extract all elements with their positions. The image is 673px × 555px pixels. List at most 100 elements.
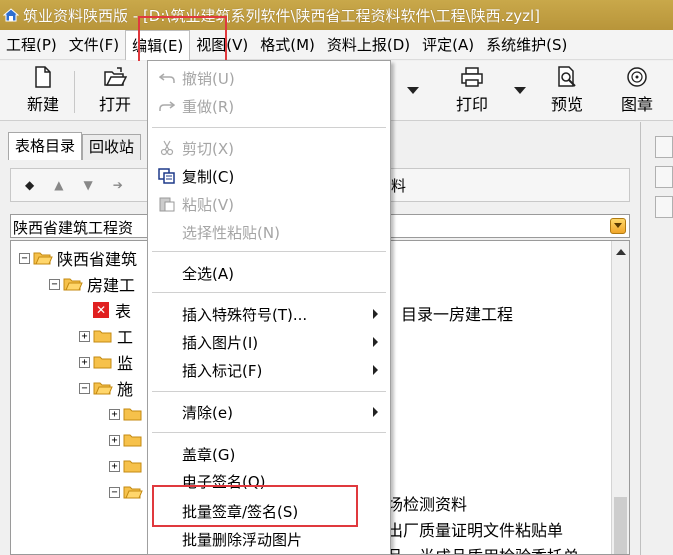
print-dropdown-arrow-icon[interactable] [514,87,526,94]
tree-item[interactable]: − [109,479,147,505]
menu-file[interactable]: 文件(F) [63,30,125,60]
submenu-arrow-icon [373,309,378,319]
expand-icon[interactable]: + [109,460,120,472]
tree-item[interactable]: + [109,401,147,427]
menu-format[interactable]: 格式(M) [254,30,321,60]
tree-item-label: 工 [117,328,134,347]
tree-item-label: 监 [117,354,134,373]
copy-icon [158,167,176,185]
ruler-box [655,196,673,218]
menu-item-batch-delete-images[interactable]: 批量删除浮动图片 [148,526,390,552]
menu-data-report[interactable]: 资料上报(D) [321,30,416,60]
menu-item-label: 盖章(G) [182,445,236,464]
collapse-icon[interactable]: − [79,382,90,394]
open-folder-icon [103,65,127,89]
tree-item[interactable]: − 房建工 [49,271,135,297]
up-arrow-icon[interactable]: ▲ [54,178,63,192]
menu-item-insert-mark[interactable]: 插入标记(F) [148,357,390,383]
tree-item[interactable]: + 工 [79,323,133,349]
menu-item-clear[interactable]: 清除(e) [148,399,390,425]
menu-item-label: 剪切(X) [182,139,234,158]
edit-menu-highlight [138,16,227,64]
menu-item-copy[interactable]: 复制(C) [148,163,390,189]
menu-separator [152,292,386,293]
edit-menu-dropdown: 撤销(U) 重做(R) 剪切(X) 复制(C) 粘贴(V) 选择性粘贴(N) 全… [147,60,391,555]
expand-icon[interactable]: + [109,408,120,420]
back-arrow-icon[interactable]: ◆ [25,178,34,192]
tab-recycle-bin[interactable]: 回收站 [82,134,142,160]
tree-scrollbar[interactable] [611,241,629,554]
paste-icon [158,195,176,213]
menu-separator [152,432,386,433]
menu-item-label: 插入标记(F) [182,361,263,380]
folder-icon [93,354,113,370]
menu-item-label: 批量删除浮动图片 [182,530,303,549]
tree-item[interactable]: ✕ 表 [79,297,131,323]
scrollbar-thumb[interactable] [614,497,627,554]
new-file-icon [34,65,52,89]
ruler-box [655,136,673,158]
menu-item-select-all[interactable]: 全选(A) [148,260,390,286]
expand-icon[interactable]: + [79,330,90,342]
scroll-up-arrow-icon[interactable] [616,249,626,255]
document-area-edge [640,122,673,555]
print-button-label: 打印 [455,95,488,114]
forward-arrow-icon[interactable]: ➔ [113,178,123,192]
stamp-button-label: 图章 [620,95,653,114]
menu-project[interactable]: 工程(P) [0,30,63,60]
expand-icon[interactable]: + [109,434,120,446]
down-arrow-icon[interactable]: ▼ [83,178,92,192]
menu-separator [152,127,386,128]
menu-item-cut[interactable]: 剪切(X) [148,135,390,161]
tree-item[interactable]: + [109,427,147,453]
panel-tabs: 表格目录 回收站 [8,132,142,160]
menu-item-paste-special[interactable]: 选择性粘贴(N) [148,219,390,245]
menu-bar: 工程(P) 文件(F) 编辑(E) 视图(V) 格式(M) 资料上报(D) 评定… [0,29,673,60]
collapse-icon[interactable]: − [19,252,30,264]
print-button[interactable]: 打印 [447,65,497,117]
dropdown-arrow-icon[interactable] [407,87,419,94]
tree-item[interactable]: + 监 [79,349,133,375]
menu-system[interactable]: 系统维护(S) [480,30,573,60]
app-icon [2,6,20,24]
chevron-down-icon[interactable] [610,218,626,234]
tree-item-label: 房建工 [87,276,136,295]
folder-icon [123,458,143,474]
menu-item-label: 插入特殊符号(T)... [182,305,308,324]
menu-evaluate[interactable]: 评定(A) [416,30,480,60]
menu-item-label: 全选(A) [182,264,234,283]
folder-open-icon [63,276,83,292]
open-button[interactable]: 打开 [90,65,140,117]
menu-item-redo[interactable]: 重做(R) [148,93,390,119]
folder-icon [93,328,113,344]
collapse-icon[interactable]: − [49,278,60,290]
tree-item[interactable]: − 施 [79,375,133,401]
tree-item[interactable]: − 陕西省建筑 [19,245,137,271]
preview-button[interactable]: 预览 [542,65,592,117]
collapse-icon[interactable]: − [109,486,120,498]
window-title: 筑业资料陕西版 - [D:\筑业建筑系列软件\陕西省工程资料软件\工程\陕西.z… [23,6,541,25]
new-button-label: 新建 [26,95,59,114]
menu-item-label: 清除(e) [182,403,233,422]
menu-item-paste[interactable]: 粘贴(V) [148,191,390,217]
toolbar-separator [74,71,75,113]
menu-item-insert-symbol[interactable]: 插入特殊符号(T)... [148,301,390,327]
stamp-icon [626,65,648,89]
scissors-icon [158,139,176,157]
submenu-arrow-icon [373,365,378,375]
new-button[interactable]: 新建 [18,65,68,117]
tree-item[interactable]: + [109,453,147,479]
undo-icon [158,69,176,87]
menu-item-undo[interactable]: 撤销(U) [148,65,390,91]
menu-item-label: 插入图片(I) [182,333,259,352]
nav-side-label: 料 [391,177,407,195]
stamp-button[interactable]: 图章 [612,65,662,117]
template-select-value: 陕西省建筑工程资 [13,219,134,237]
folder-icon [123,406,143,422]
submenu-arrow-icon [373,337,378,347]
menu-item-stamp[interactable]: 盖章(G) [148,441,390,467]
tab-form-catalog[interactable]: 表格目录 [8,132,83,160]
expand-icon[interactable]: + [79,356,90,368]
menu-item-insert-image[interactable]: 插入图片(I) [148,329,390,355]
preview-icon [556,65,578,89]
